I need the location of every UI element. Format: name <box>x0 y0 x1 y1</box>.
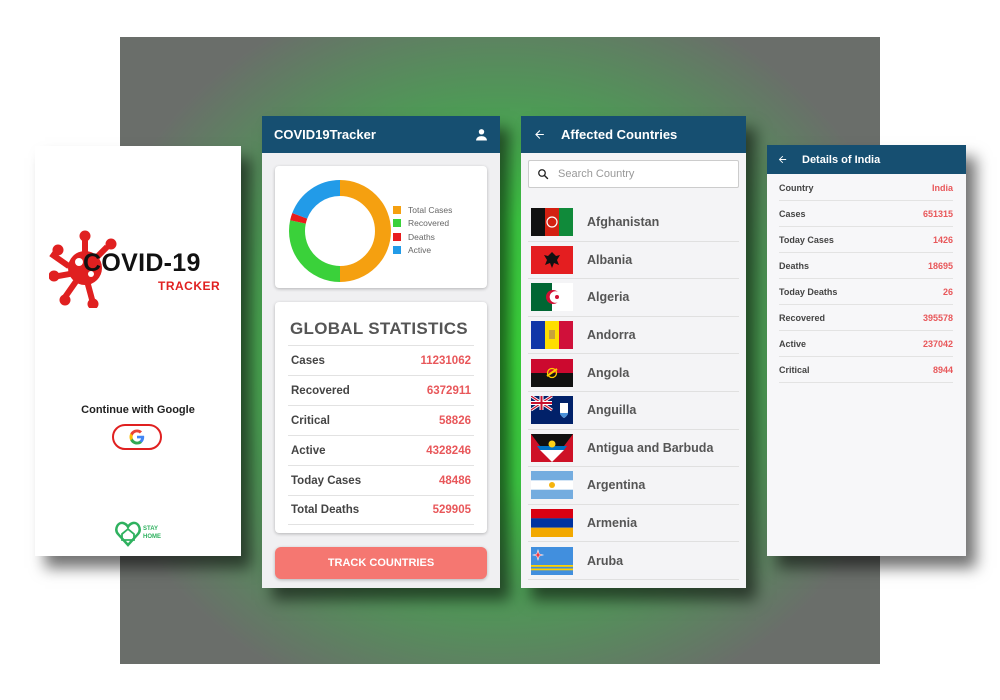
aruba-flag-icon <box>531 546 573 575</box>
legend-item: Active <box>393 244 452 258</box>
app-title: COVID19Tracker <box>274 127 376 142</box>
country-item-armenia[interactable]: Armenia <box>528 505 739 543</box>
legend-swatch <box>393 205 401 214</box>
chart-legend: Total Cases Recovered Deaths Active <box>393 203 452 257</box>
details-list: Country India Cases 651315 Today Cases 1… <box>779 175 953 383</box>
donut-slice-total-cases <box>339 180 391 282</box>
app-logo-title: COVID-19 <box>83 249 201 277</box>
person-icon[interactable] <box>475 128 488 141</box>
country-item-angola[interactable]: Angola <box>528 354 739 392</box>
antigua-and-barbuda-flag-icon <box>531 433 573 462</box>
stats-title: GLOBAL STATISTICS <box>290 319 468 338</box>
algeria-flag-icon <box>531 283 573 312</box>
legend-swatch <box>393 246 401 255</box>
detail-row-active: Active 237042 <box>779 331 953 357</box>
global-statistics-card: GLOBAL STATISTICS Cases 11231062 Recover… <box>275 302 487 533</box>
track-countries-button[interactable]: TRACK COUNTRIES <box>275 547 487 579</box>
app-bar: COVID19Tracker <box>262 116 500 153</box>
app-bar: Details of India <box>767 145 966 174</box>
donut-slice-recovered <box>289 220 341 282</box>
anguilla-flag-icon <box>531 396 573 425</box>
continue-with-google-label: Continue with Google <box>81 404 195 416</box>
legend-item: Deaths <box>393 230 452 244</box>
country-item-algeria[interactable]: Algeria <box>528 279 739 317</box>
screen-title: Affected Countries <box>561 127 678 142</box>
detail-row-today-cases: Today Cases 1426 <box>779 227 953 253</box>
detail-row-critical: Critical 8944 <box>779 357 953 383</box>
stat-row-cases: Cases 11231062 <box>288 345 474 375</box>
magnifier-icon <box>538 169 549 180</box>
country-item-anguilla[interactable]: Anguilla <box>528 392 739 430</box>
country-list: Afghanistan Albania Algeria Andorra Ango… <box>528 204 739 580</box>
country-item-argentina[interactable]: Argentina <box>528 467 739 505</box>
andorra-flag-icon <box>531 321 573 350</box>
google-sign-in-button[interactable] <box>112 424 162 450</box>
arrow-left-icon[interactable] <box>777 154 788 165</box>
stat-row-critical: Critical 58826 <box>288 405 474 435</box>
angola-flag-icon <box>531 358 573 387</box>
stat-row-recovered: Recovered 6372911 <box>288 375 474 405</box>
app-bar: Affected Countries <box>521 116 746 153</box>
afghanistan-flag-icon <box>531 208 573 237</box>
country-item-albania[interactable]: Albania <box>528 242 739 280</box>
stats-list: Cases 11231062 Recovered 6372911 Critica… <box>288 345 474 525</box>
country-item-aruba[interactable]: Aruba <box>528 542 739 580</box>
albania-flag-icon <box>531 245 573 274</box>
search-placeholder: Search Country <box>558 168 635 180</box>
country-item-antigua-and-barbuda[interactable]: Antigua and Barbuda <box>528 430 739 468</box>
legend-swatch <box>393 232 401 241</box>
search-country-input[interactable]: Search Country <box>528 160 739 188</box>
login-screen: COVID-19 TRACKER Continue with Google ST… <box>35 146 241 556</box>
screen-title: Details of India <box>802 153 881 166</box>
detail-row-country: Country India <box>779 175 953 201</box>
legend-swatch <box>393 219 401 228</box>
legend-item: Recovered <box>393 217 452 231</box>
stat-row-today-cases: Today Cases 48486 <box>288 465 474 495</box>
donut-slice-deaths <box>290 213 308 224</box>
dashboard-screen: COVID19Tracker Total Cases Recovered Dea… <box>262 116 500 588</box>
google-g-icon <box>129 429 145 445</box>
app-logo-subtitle: TRACKER <box>158 279 221 293</box>
detail-row-today-deaths: Today Deaths 26 <box>779 279 953 305</box>
chart-card: Total Cases Recovered Deaths Active <box>275 166 487 288</box>
promo-composite: COVID-19 TRACKER Continue with Google ST… <box>0 0 1000 700</box>
stay-home-label: STAY HOME <box>143 526 161 540</box>
country-item-afghanistan[interactable]: Afghanistan <box>528 204 739 242</box>
countries-screen: Affected Countries Search Country Afghan… <box>521 116 746 588</box>
donut-chart <box>289 180 391 282</box>
stat-row-active: Active 4328246 <box>288 435 474 465</box>
arrow-left-icon[interactable] <box>533 128 546 141</box>
stat-row-total-deaths: Total Deaths 529905 <box>288 495 474 525</box>
details-screen: Details of India Country India Cases 651… <box>767 145 966 556</box>
country-item-andorra[interactable]: Andorra <box>528 317 739 355</box>
detail-row-deaths: Deaths 18695 <box>779 253 953 279</box>
detail-row-cases: Cases 651315 <box>779 201 953 227</box>
legend-item: Total Cases <box>393 203 452 217</box>
detail-row-recovered: Recovered 395578 <box>779 305 953 331</box>
armenia-flag-icon <box>531 509 573 538</box>
argentina-flag-icon <box>531 471 573 500</box>
donut-slice-active <box>292 180 341 220</box>
